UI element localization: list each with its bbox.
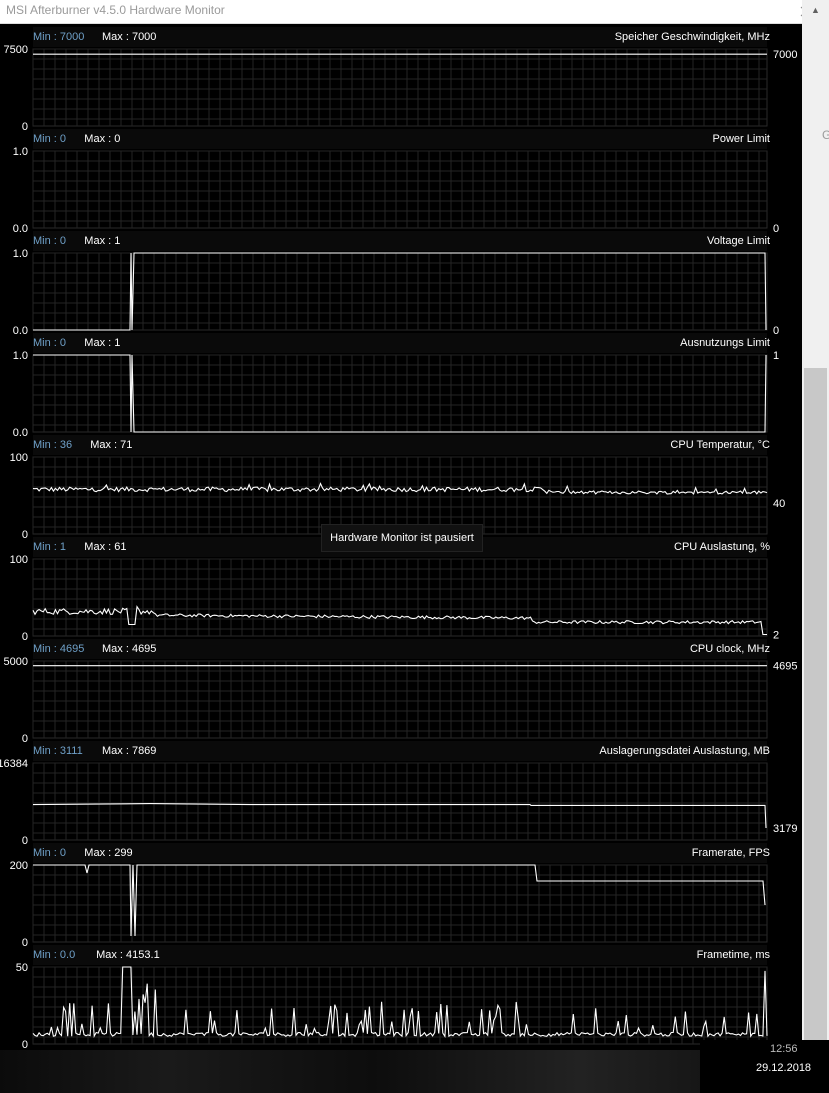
- graph-axis-max: 100: [10, 452, 28, 464]
- taskbar-date: 29.12.2018: [756, 1062, 812, 1074]
- graph-header: [33, 435, 767, 455]
- graph-max-label: Max : 0: [84, 133, 120, 145]
- graph-panel-frametime-ms: Min : 0.0 Max : 4153.1 Frametime, ms 50 0: [16, 945, 771, 1050]
- graph-axis-max: 100: [10, 554, 28, 566]
- graph-title: Auslagerungsdatei Auslastung, MB: [599, 745, 770, 757]
- graph-current-value: 7000: [773, 49, 797, 61]
- graph-title: CPU clock, MHz: [690, 643, 770, 655]
- graph-min-label: Min : 0: [33, 133, 66, 145]
- graph-axis-max: 1.0: [13, 350, 28, 362]
- graph-title: Framerate, FPS: [692, 847, 770, 859]
- graph-title: Voltage Limit: [707, 235, 770, 247]
- graph-header: [33, 231, 767, 251]
- graph-max-label: Max : 1: [84, 235, 120, 247]
- graph-axis-max: 1.0: [13, 146, 28, 158]
- graph-current-value: 0: [773, 325, 779, 337]
- graph-axis-min: 0.0: [13, 223, 28, 235]
- paused-tooltip: Hardware Monitor ist pausiert: [322, 525, 482, 551]
- graph-panel-auslagerungsdatei-auslastung-mb: Min : 3111 Max : 7869 Auslagerungsdatei Au…: [0, 741, 797, 847]
- graph-panel-cpu-clock-mhz: Min : 4695 Max : 4695 CPU clock, MHz 5000 0 4…: [4, 639, 797, 745]
- graph-current-value: 2: [773, 629, 779, 641]
- graph-header: [33, 843, 767, 863]
- graph-title: Frametime, ms: [697, 949, 771, 961]
- graph-axis-min: 0: [22, 937, 28, 949]
- graph-panel-voltage-limit: Min : 0 Max : 1 Voltage Limit 1.0 0.0 0: [13, 231, 779, 337]
- graph-axis-min: 0: [22, 529, 28, 541]
- graph-axis-max: 200: [10, 860, 28, 872]
- scrollbar-thumb[interactable]: [804, 368, 827, 1050]
- graph-axis-min: 0.0: [13, 325, 28, 337]
- graph-title: CPU Temperatur, °C: [670, 439, 770, 451]
- graph-min-label: Min : 0.0: [33, 949, 75, 961]
- vertical-scrollbar[interactable]: ▲: [802, 0, 829, 1050]
- graph-panel-speicher-geschwindigkeit-mhz: Min : 7000 Max : 7000 Speicher Geschwindig…: [4, 27, 797, 133]
- graph-max-label: Max : 299: [84, 847, 132, 859]
- graph-axis-max: 16384: [0, 758, 28, 770]
- graph-panel-framerate-fps: Min : 0 Max : 299 Framerate, FPS 200 0: [10, 843, 770, 949]
- graph-axis-min: 0: [22, 835, 28, 847]
- graph-axis-max: 1.0: [13, 248, 28, 260]
- graph-axis-min: 0: [22, 631, 28, 643]
- scroll-up-arrow-icon[interactable]: ▲: [802, 0, 829, 20]
- graph-current-value: 4695: [773, 661, 797, 673]
- graph-max-label: Max : 4153.1: [96, 949, 160, 961]
- edge-glyph: G: [822, 128, 829, 142]
- graph-min-label: Min : 0: [33, 847, 66, 859]
- graph-axis-max: 5000: [4, 656, 28, 668]
- graph-axis-max: 7500: [4, 44, 28, 56]
- graph-max-label: Max : 1: [84, 337, 120, 349]
- graph-current-value: 0: [773, 223, 779, 235]
- graph-min-label: Min : 3111: [33, 745, 83, 757]
- graph-current-value: 40: [773, 498, 785, 510]
- graph-axis-min: 0: [22, 733, 28, 745]
- graph-min-label: Min : 0: [33, 337, 66, 349]
- graph-panel-cpu-auslastung: Min : 1 Max : 61 CPU Auslastung, % 100 0 2: [10, 537, 779, 643]
- graph-min-label: Min : 36: [33, 439, 72, 451]
- taskbar-time: 12:56: [770, 1043, 798, 1055]
- graph-title: CPU Auslastung, %: [674, 541, 770, 553]
- graph-header: [33, 333, 767, 353]
- graph-min-label: Min : 1: [33, 541, 66, 553]
- graph-current-value: 1: [773, 350, 779, 362]
- graph-max-label: Max : 7869: [102, 745, 156, 757]
- graph-max-label: Max : 71: [90, 439, 132, 451]
- graph-min-label: Min : 4695: [33, 643, 84, 655]
- graph-min-label: Min : 0: [33, 235, 66, 247]
- graph-title: Power Limit: [713, 133, 770, 145]
- graph-current-value: 3179: [773, 823, 797, 835]
- graph-min-label: Min : 7000: [33, 31, 84, 43]
- graph-axis-max: 50: [16, 962, 28, 974]
- graph-axis-min: 0: [22, 1039, 28, 1050]
- graph-header: [33, 129, 767, 149]
- graph-panel-ausnutzungs-limit: Min : 0 Max : 1 Ausnutzungs Limit 1.0 0.0 1: [13, 333, 779, 439]
- graph-max-label: Max : 7000: [102, 31, 156, 43]
- graph-panel-power-limit: Min : 0 Max : 0 Power Limit 1.0 0.0 0: [13, 129, 779, 235]
- graph-title: Speicher Geschwindigkeit, MHz: [615, 31, 770, 43]
- graph-max-label: Max : 4695: [102, 643, 156, 655]
- graph-max-label: Max : 61: [84, 541, 126, 553]
- graph-axis-min: 0: [22, 121, 28, 133]
- graph-axis-min: 0.0: [13, 427, 28, 439]
- graph-title: Ausnutzungs Limit: [680, 337, 770, 349]
